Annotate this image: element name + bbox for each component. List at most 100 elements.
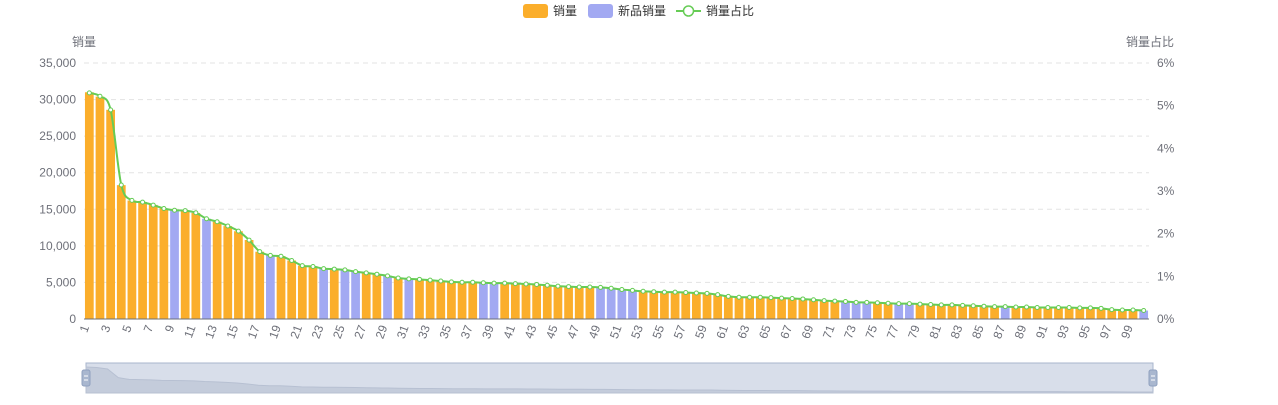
ratio-point[interactable] bbox=[598, 284, 604, 290]
ratio-point[interactable] bbox=[715, 292, 721, 298]
ratio-point[interactable] bbox=[629, 287, 635, 293]
new-product-bar[interactable] bbox=[479, 282, 488, 319]
sales-bar[interactable] bbox=[787, 298, 797, 319]
ratio-point[interactable] bbox=[949, 302, 955, 308]
ratio-point[interactable] bbox=[938, 302, 944, 308]
new-product-bar[interactable] bbox=[841, 301, 850, 319]
sales-bar[interactable] bbox=[297, 265, 307, 319]
sales-bar[interactable] bbox=[585, 287, 595, 319]
legend-item-0[interactable]: 销量 bbox=[523, 4, 577, 18]
sales-bar[interactable] bbox=[244, 240, 254, 319]
sales-bar[interactable] bbox=[798, 298, 808, 319]
ratio-point[interactable] bbox=[651, 289, 657, 295]
sales-bar[interactable] bbox=[361, 272, 371, 319]
sales-bar[interactable] bbox=[830, 301, 840, 319]
ratio-point[interactable] bbox=[331, 266, 337, 272]
ratio-point[interactable] bbox=[555, 283, 561, 289]
ratio-point[interactable] bbox=[161, 205, 167, 211]
sales-bar[interactable] bbox=[660, 291, 669, 319]
new-product-bar[interactable] bbox=[606, 288, 616, 319]
sales-bar[interactable] bbox=[734, 297, 744, 319]
sales-bar[interactable] bbox=[777, 298, 786, 319]
ratio-point[interactable] bbox=[534, 281, 540, 287]
ratio-point[interactable] bbox=[587, 284, 593, 290]
sales-bar[interactable] bbox=[564, 286, 573, 319]
ratio-point[interactable] bbox=[1141, 307, 1147, 313]
ratio-point[interactable] bbox=[779, 295, 785, 301]
ratio-point[interactable] bbox=[502, 280, 508, 286]
ratio-point[interactable] bbox=[193, 210, 199, 216]
ratio-point[interactable] bbox=[1087, 305, 1093, 311]
ratio-point[interactable] bbox=[225, 223, 231, 229]
sales-bar[interactable] bbox=[212, 221, 222, 319]
ratio-point[interactable] bbox=[267, 252, 273, 258]
ratio-point[interactable] bbox=[310, 264, 316, 270]
ratio-point[interactable] bbox=[608, 285, 614, 291]
ratio-point[interactable] bbox=[150, 202, 156, 208]
ratio-point[interactable] bbox=[842, 299, 848, 305]
ratio-point[interactable] bbox=[1013, 304, 1019, 310]
ratio-point[interactable] bbox=[693, 290, 699, 296]
new-product-bar[interactable] bbox=[202, 218, 211, 319]
new-product-bar[interactable] bbox=[628, 290, 637, 319]
ratio-point[interactable] bbox=[299, 263, 305, 269]
sales-bar[interactable] bbox=[510, 283, 520, 319]
ratio-point[interactable] bbox=[406, 276, 412, 282]
ratio-point[interactable] bbox=[1098, 305, 1104, 311]
sales-bar[interactable] bbox=[287, 260, 297, 319]
ratio-point[interactable] bbox=[118, 182, 124, 188]
ratio-point[interactable] bbox=[427, 277, 433, 283]
ratio-point[interactable] bbox=[214, 219, 220, 225]
sales-bar[interactable] bbox=[649, 291, 659, 319]
sales-bar[interactable] bbox=[329, 269, 339, 319]
ratio-point[interactable] bbox=[448, 279, 454, 285]
ratio-point[interactable] bbox=[1002, 304, 1008, 310]
sales-bar[interactable] bbox=[809, 299, 818, 319]
new-product-bar[interactable] bbox=[596, 287, 605, 319]
ratio-point[interactable] bbox=[512, 281, 518, 287]
ratio-point[interactable] bbox=[342, 267, 348, 273]
sales-bar[interactable] bbox=[415, 279, 424, 320]
ratio-point[interactable] bbox=[853, 299, 859, 305]
ratio-point[interactable] bbox=[917, 301, 923, 307]
ratio-point[interactable] bbox=[544, 282, 550, 288]
ratio-point[interactable] bbox=[619, 287, 625, 293]
new-product-bar[interactable] bbox=[340, 269, 350, 319]
ratio-point[interactable] bbox=[278, 253, 284, 259]
sales-bar[interactable] bbox=[638, 291, 648, 319]
ratio-point[interactable] bbox=[960, 302, 966, 308]
sales-bar[interactable] bbox=[191, 212, 201, 319]
ratio-point[interactable] bbox=[576, 284, 582, 290]
ratio-point[interactable] bbox=[246, 237, 252, 243]
sales-bar[interactable] bbox=[755, 297, 765, 319]
ratio-point[interactable] bbox=[491, 280, 497, 286]
ratio-point[interactable] bbox=[928, 301, 934, 307]
sales-bar[interactable] bbox=[713, 294, 723, 319]
sales-bar[interactable] bbox=[84, 92, 94, 319]
new-product-bar[interactable] bbox=[489, 283, 499, 319]
ratio-point[interactable] bbox=[470, 279, 476, 285]
ratio-point[interactable] bbox=[1024, 304, 1030, 310]
sales-bar[interactable] bbox=[745, 297, 754, 319]
ratio-point[interactable] bbox=[108, 107, 114, 113]
sales-bar[interactable] bbox=[116, 185, 126, 319]
ratio-point[interactable] bbox=[1077, 305, 1083, 311]
sales-bar[interactable] bbox=[255, 251, 265, 319]
new-product-bar[interactable] bbox=[351, 271, 360, 319]
ratio-point[interactable] bbox=[374, 271, 380, 277]
ratio-point[interactable] bbox=[1130, 307, 1136, 313]
ratio-point[interactable] bbox=[1109, 307, 1115, 313]
ratio-point[interactable] bbox=[800, 296, 806, 302]
ratio-point[interactable] bbox=[257, 249, 263, 255]
ratio-point[interactable] bbox=[992, 304, 998, 310]
new-product-bar[interactable] bbox=[862, 302, 872, 319]
ratio-point[interactable] bbox=[747, 294, 753, 300]
new-product-bar[interactable] bbox=[617, 289, 627, 319]
ratio-point[interactable] bbox=[832, 298, 838, 304]
sales-bar[interactable] bbox=[574, 286, 584, 319]
ratio-point[interactable] bbox=[981, 303, 987, 309]
sales-bar[interactable] bbox=[308, 266, 318, 319]
sales-bar[interactable] bbox=[276, 256, 286, 319]
data-zoom-slider[interactable] bbox=[81, 362, 1158, 394]
ratio-point[interactable] bbox=[661, 289, 667, 295]
